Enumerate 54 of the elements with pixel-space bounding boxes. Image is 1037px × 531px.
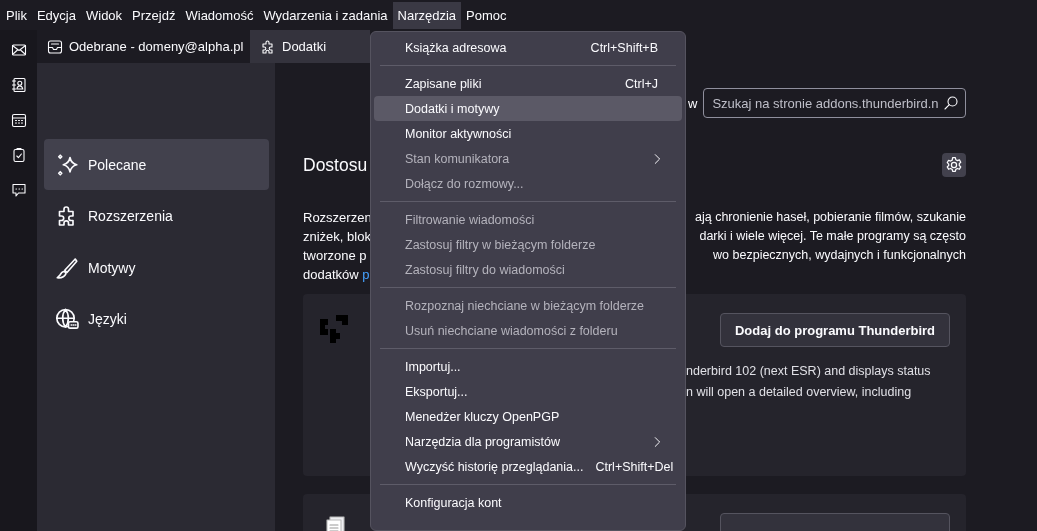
menu-item[interactable]: Wiadomość: [180, 1, 259, 29]
menu-item[interactable]: Narzędzia: [392, 1, 462, 29]
shortcut-label: Ctrl+Shift+Del: [595, 459, 674, 474]
puzzle-icon: [260, 38, 276, 55]
add-button[interactable]: Dodaj do programu Thunderbird: [720, 313, 950, 347]
paragraph-fragment: dodatków: [303, 267, 359, 282]
settings-button[interactable]: [942, 153, 966, 177]
search-icon: [943, 95, 959, 111]
addon-description: nderbird 102 (next ESR) and displays status n will open a detailed overview, including: [686, 363, 932, 401]
clipboard-check-icon[interactable]: [10, 147, 27, 163]
menu-item[interactable]: Narzędzia dla programistów: [374, 429, 682, 454]
menu-item[interactable]: Plik: [1, 1, 32, 29]
paintbrush-icon: [55, 255, 79, 280]
menu-item[interactable]: Pomoc: [461, 1, 512, 29]
menu-item[interactable]: Wyczyść historię przeglądania... Ctrl+Shift+Del: [374, 454, 682, 479]
sparkle-icon: [55, 152, 79, 177]
paragraph-fragment: ają chronienie haseł, pobieranie filmów, szukanie: [694, 209, 966, 226]
menu-item[interactable]: Widok: [81, 1, 128, 29]
text-fragment: w: [688, 95, 698, 111]
chat-bubble-icon[interactable]: [10, 182, 27, 198]
globe-chat-icon: [55, 307, 79, 331]
menu-item[interactable]: Monitor aktywności: [374, 121, 682, 146]
shortcut-label: Ctrl+Shift+B: [590, 40, 658, 55]
paragraph-fragment: tworzone p: [303, 247, 368, 265]
menu-item[interactable]: Przejdź: [127, 1, 181, 29]
settings-icon: [945, 156, 963, 174]
calendar-icon[interactable]: [10, 112, 27, 128]
mail-icon[interactable]: [10, 42, 27, 58]
menu-item[interactable]: Książka adresowa Ctrl+Shift+B: [374, 35, 682, 60]
search-field[interactable]: Szukaj na stronie addons.thunderbird.n: [703, 88, 966, 118]
address-book-icon[interactable]: [10, 77, 27, 93]
sidebar-item[interactable]: Rozszerzenia: [44, 190, 269, 242]
menu-item[interactable]: Edycja: [31, 1, 81, 29]
menu-item[interactable]: Konfiguracja kont: [374, 490, 682, 515]
puzzle-pieces-icon: [318, 313, 350, 345]
paragraph-fragment: darki i wiele więcej. Te małe programy są często: [698, 228, 966, 245]
sidebar-item[interactable]: Języki: [44, 293, 269, 345]
sidebar-item[interactable]: Motywy: [44, 242, 269, 293]
menu-item[interactable]: Importuj...: [374, 354, 682, 379]
menu-item[interactable]: Zapisane pliki Ctrl+J: [374, 71, 682, 96]
shortcut-label: Ctrl+J: [625, 76, 658, 91]
menu-item[interactable]: Menedżer kluczy OpenPGP: [374, 404, 682, 429]
page-heading: Dostosu: [303, 154, 368, 176]
paragraph-fragment: zniżek, blok: [303, 228, 370, 246]
menu-item[interactable]: Eksportuj...: [374, 379, 682, 404]
tab[interactable]: Dodatki: [250, 30, 370, 63]
paragraph-fragment: Rozszerzen: [303, 209, 370, 227]
menu-item[interactable]: Wydarzenia i zadania: [258, 1, 393, 29]
link[interactable]: p: [362, 267, 370, 282]
paragraph-fragment: wo bezpiecznych, wydajnych i funkcjonalnych: [712, 247, 966, 264]
inbox-icon: [47, 38, 63, 55]
menu-item[interactable]: Dodatki i motywy: [374, 96, 682, 121]
tab[interactable]: Odebrane - domeny@alpha.pl: [37, 30, 250, 63]
sidebar-item[interactable]: Polecane: [44, 139, 269, 190]
